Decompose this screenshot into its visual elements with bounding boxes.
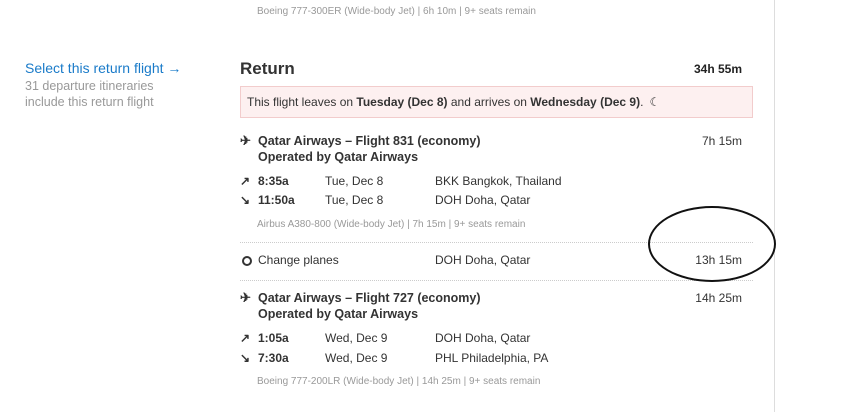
layover-duration: 13h 15m <box>695 253 742 267</box>
select-panel: Select this return flight → 31 departure… <box>25 60 225 110</box>
notice-prefix: This flight leaves on <box>247 95 357 109</box>
arrive-airport: DOH Doha, Qatar <box>435 193 531 207</box>
arrive-arrow-icon: ↘ <box>240 351 251 365</box>
layover-circle-icon <box>242 256 252 266</box>
depart-date: Tue, Dec 8 <box>325 174 384 188</box>
depart-airport: DOH Doha, Qatar <box>435 331 531 345</box>
select-return-flight-link[interactable]: Select this return flight → <box>25 60 225 77</box>
segment-1-meta: Airbus A380-800 (Wide-body Jet) | 7h 15m… <box>257 219 526 230</box>
notice-middle: and arrives on <box>447 95 531 109</box>
hand-drawn-circle-annotation <box>648 206 776 282</box>
segment-1-arrive-row: ↘ 11:50a Tue, Dec 8 DOH Doha, Qatar <box>240 193 753 209</box>
segment-1-duration: 7h 15m <box>701 134 742 148</box>
segment-2-operated-by: Operated by Qatar Airways <box>258 307 419 321</box>
segment-1-title: Qatar Airways – Flight 831 (economy) <box>258 134 481 148</box>
arrive-arrow-icon: ↘ <box>240 193 251 207</box>
segment-1-operated-by: Operated by Qatar Airways <box>258 150 419 164</box>
layover-label: Change planes <box>258 253 339 267</box>
arrive-time: 11:50a <box>258 193 295 207</box>
segment-2-depart-row: ↗ 1:05a Wed, Dec 9 DOH Doha, Qatar <box>240 331 753 347</box>
segment-1-depart-row: ↗ 8:35a Tue, Dec 8 BKK Bangkok, Thailand <box>240 174 753 190</box>
dotted-divider <box>240 280 753 281</box>
overnight-notice: This flight leaves on Tuesday (Dec 8) an… <box>240 86 753 118</box>
depart-airport: BKK Bangkok, Thailand <box>435 174 562 188</box>
depart-time: 1:05a <box>258 331 289 345</box>
return-title: Return <box>240 59 295 78</box>
segment-2-header: ✈ Qatar Airways – Flight 727 (economy) Op… <box>240 290 481 322</box>
layover-row: Change planes DOH Doha, Qatar 13h 15m <box>240 253 753 269</box>
notice-suffix: . <box>640 95 644 109</box>
segment-2-duration: 14h 25m <box>695 291 742 305</box>
segment-2-title: Qatar Airways – Flight 727 (economy) <box>258 291 481 305</box>
depart-time: 8:35a <box>258 174 289 188</box>
right-divider <box>774 0 775 412</box>
arrive-date: Tue, Dec 8 <box>325 193 384 207</box>
previous-flight-meta: Boeing 777-300ER (Wide-body Jet) | 6h 10… <box>257 6 536 17</box>
layover-airport: DOH Doha, Qatar <box>435 253 531 267</box>
arrive-airport: PHL Philadelphia, PA <box>435 351 549 365</box>
segment-2-meta: Boeing 777-200LR (Wide-body Jet) | 14h 2… <box>257 376 541 387</box>
depart-date: Wed, Dec 9 <box>325 331 388 345</box>
notice-arrive-day: Wednesday (Dec 9) <box>530 95 641 109</box>
arrive-date: Wed, Dec 9 <box>325 351 388 365</box>
moon-icon: ☾ <box>649 95 661 109</box>
notice-depart-day: Tuesday (Dec 8) <box>356 95 448 109</box>
itinerary-count-text: 31 departure itineraries include this re… <box>25 79 154 109</box>
depart-arrow-icon: ↗ <box>240 174 251 188</box>
plane-icon: ✈ <box>240 290 251 305</box>
segment-2-arrive-row: ↘ 7:30a Wed, Dec 9 PHL Philadelphia, PA <box>240 351 753 367</box>
segment-1-header: ✈ Qatar Airways – Flight 831 (economy) Op… <box>240 133 481 165</box>
plane-icon: ✈ <box>240 133 251 148</box>
depart-arrow-icon: ↗ <box>240 331 251 345</box>
dotted-divider <box>240 242 753 243</box>
arrive-time: 7:30a <box>258 351 289 365</box>
total-duration: 34h 55m <box>693 62 742 76</box>
